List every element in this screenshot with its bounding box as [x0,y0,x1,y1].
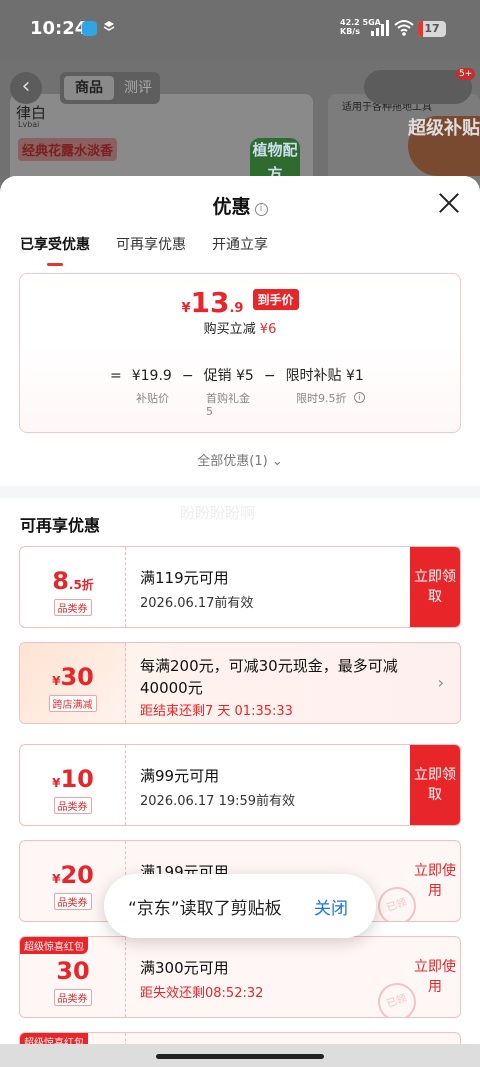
promo-value: 5 [206,405,213,418]
tab-review: 测评 [124,80,152,96]
battery-indicator: 17 [418,21,446,37]
chevron-right-icon[interactable]: › [438,673,444,692]
back-arrow-icon: ‹ [10,72,42,104]
signal-icon [371,20,389,36]
coupon-expiry: 2026.06.17前有效 [140,596,254,611]
sheet-title: 优惠 i [0,192,480,219]
tab-enjoyed-discounts[interactable]: 已享受优惠 [20,234,90,268]
info-icon[interactable]: i [254,203,268,216]
home-indicator[interactable] [156,1054,324,1059]
coupon-value: 8.5折 品类券 [20,547,126,627]
brand-sub: Lvbai [18,120,40,129]
section-divider [0,486,480,498]
final-price-tag: 到手价 [252,289,299,310]
cart-badge: 5+ [456,68,476,80]
coupon-title: 满99元可用 [140,767,220,785]
use-button[interactable]: 立即使用 [410,841,460,921]
coupon-title: 满119元可用 [140,569,229,587]
coupon-type: 跨店满减 [48,695,97,712]
tab-product: 商品 [64,76,114,100]
base-price-label: 补贴价 [136,392,169,405]
section-title: 可再享优惠 [20,516,101,535]
price-formula: = ¥19.9− 促销 ¥5− 限时补贴 ¥1 [110,368,364,384]
app-notification-icon [82,21,97,36]
product-tabs: 商品 测评 [60,72,160,104]
close-icon[interactable] [438,192,460,214]
coupon-title: 满300元可用 [140,959,229,977]
coupon-expiry: 2026.06.17 19:59前有效 [140,794,296,809]
info-icon[interactable]: i [354,392,365,403]
discount-tabs: 已享受优惠 可再享优惠 开通立享 [20,234,268,268]
toast-close-button[interactable]: 关闭 [314,894,348,919]
tab-activate-discounts[interactable]: 开通立享 [212,234,268,268]
coupon-countdown: 距失效还剩08:52:32 [140,986,264,1001]
subsidy-label: 限时9.5折 i [296,390,365,406]
subsidy-badge: 超级补贴 [408,116,480,176]
product-page-background: ‹ 商品 测评 律白 Lvbai 经典花露水淡香 植物配方 适用于各种拖地工具 … [0,60,480,190]
coupon-type: 品类券 [53,599,92,616]
coupon-card[interactable]: ¥10 品类券 满99元可用 2026.06.17 19:59前有效 立即领取 [19,744,461,826]
promo-label: 首购礼金 [206,392,250,405]
product-slogan: 经典花露水淡香 [18,138,118,161]
chevron-down-icon: ⌄ [271,454,283,469]
coupon-card[interactable]: ¥30 跨店满减 每满200元，可减30元现金，最多可减40000元 距结束还剩… [19,642,461,724]
coupon-type: 品类券 [53,989,92,1006]
wifi-icon [394,20,414,36]
layers-icon [103,21,115,31]
clock: 10:24 [30,18,88,39]
price-summary-card: ¥13.9 到手价 购买立减 ¥6 = ¥19.9− 促销 ¥5− 限时补贴 ¥1 补… [19,273,461,433]
coupon-badge: 超级惊喜红包 [20,937,88,954]
coupon-value: ¥30 跨店满减 [20,643,126,723]
coupon-card[interactable]: 8.5折 品类券 满119元可用 2026.06.17前有效 立即领取 [19,546,461,628]
watermark: 盼盼盼盼啊 [180,504,256,522]
status-bar: 10:24 42.2 5GA KB/s 17 [0,0,480,60]
final-price: ¥13.9 到手价 [20,286,460,319]
coupon-card[interactable]: 超级惊喜红包 30 品类券 满300元可用 距失效还剩08:52:32 立即使用… [19,936,461,1018]
coupon-value: ¥10 品类券 [20,745,126,825]
use-button[interactable]: 立即使用 [410,937,460,1017]
tab-more-discounts[interactable]: 可再享优惠 [116,234,186,268]
coupon-type: 品类券 [53,893,92,910]
coupon-countdown: 距结束还剩7 天 01:35:33 [140,704,293,719]
claim-button[interactable]: 立即领取 [410,547,460,627]
save-amount-line: 购买立减 ¥6 [203,322,277,337]
coupon-type: 品类券 [53,797,92,814]
coupon-value: 超级惊喜红包 30 品类券 [20,937,126,1017]
coupon-title: 每满200元，可减30元现金，最多可减40000元 [140,657,398,697]
all-discounts-link[interactable]: 全部优惠(1) ⌄ [0,450,480,469]
claim-button[interactable]: 立即领取 [410,745,460,825]
clipboard-toast: “京东”读取了剪贴板 关闭 [104,874,376,938]
toast-message: “京东”读取了剪贴板 [128,899,282,919]
